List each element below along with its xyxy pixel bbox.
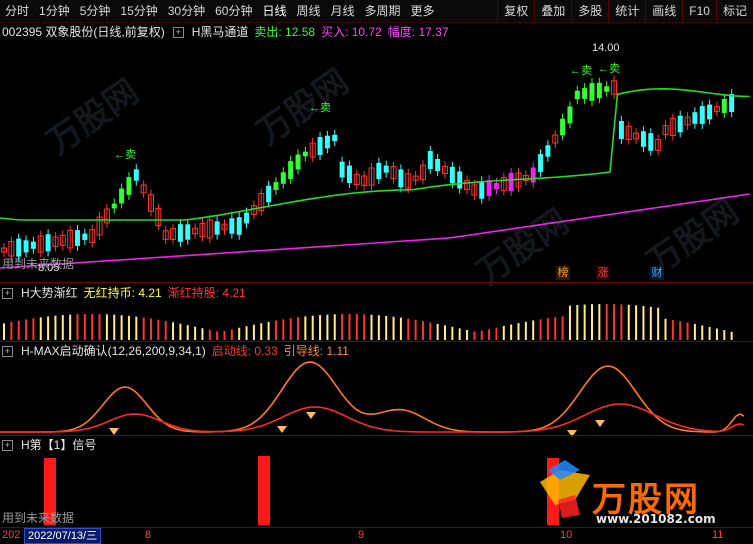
sell-mark: ←卖 (114, 149, 136, 161)
candle-body (604, 86, 610, 92)
candle-body (677, 115, 683, 133)
month-label: 10 (560, 529, 573, 541)
candle-body (427, 151, 433, 169)
candle-body (346, 165, 352, 183)
candle-body (82, 233, 88, 240)
panel3-indicator-name[interactable]: H-MAX启动确认(12,26,200,9,34,1) (21, 343, 206, 359)
candle-body (280, 172, 286, 184)
candle-body (30, 241, 36, 249)
panel2-value-2: 渐红持股: 4.21 (167, 286, 246, 300)
panel3-value-1: 启动线: 0.33 (211, 344, 278, 358)
candle-body (582, 88, 588, 99)
future-data-note: 用到未来数据 (2, 511, 75, 525)
limit-up-badge[interactable]: 涨 (596, 266, 610, 280)
candle-body (479, 181, 485, 199)
candle-body (493, 182, 499, 190)
sell-mark: ←卖 (570, 65, 592, 77)
candle-body (177, 224, 183, 242)
candle-body (236, 217, 242, 235)
panel3-value-2: 引导线: 1.11 (283, 344, 349, 358)
month-label: 11 (712, 529, 724, 541)
candle-body (376, 162, 382, 180)
candle-body (332, 134, 338, 142)
candle-body (449, 166, 455, 184)
upper-channel-line (0, 87, 750, 221)
candle-body (648, 133, 654, 151)
candle-body (692, 112, 698, 124)
candle-body (398, 169, 404, 188)
candle-body (545, 145, 551, 157)
candle-body (302, 151, 308, 157)
panel2-title-row: + H大势渐红 无红持币: 4.21 渐红持股: 4.21 (0, 285, 246, 301)
expand-icon[interactable]: + (2, 346, 13, 357)
candle-body (111, 203, 117, 209)
candle-body (266, 185, 272, 203)
launch-line (0, 361, 745, 433)
candle-body (435, 158, 441, 172)
candle-body (185, 224, 191, 240)
candle-body (457, 171, 463, 189)
panel3-title-row: + H-MAX启动确认(12,26,200,9,34,1) 启动线: 0.33 … (0, 343, 349, 359)
candle-body (244, 212, 250, 224)
candle-body (699, 106, 705, 124)
candle-body (560, 118, 566, 136)
candle-body (288, 161, 294, 179)
panel-separator[interactable] (0, 435, 753, 436)
candle-body (596, 82, 602, 99)
kline-chart-canvas[interactable] (0, 0, 753, 542)
candle-body (23, 240, 29, 253)
year-prefix: 202 (2, 529, 21, 541)
candle-body (273, 182, 279, 190)
panel2-indicator-name[interactable]: H大势渐红 (21, 285, 78, 301)
month-label: 8 (145, 529, 152, 541)
candle-body (295, 154, 301, 170)
candle-body (75, 230, 80, 246)
candle-body (640, 131, 646, 147)
candle-body (324, 135, 330, 149)
diamond-signal-icon (277, 426, 287, 433)
candle-body (538, 154, 544, 172)
site-url: www.201082.com (596, 512, 716, 526)
panel4-title-row: + H第【1】信号 (0, 437, 96, 453)
candle-body (530, 167, 536, 183)
candle-body (119, 188, 125, 204)
candle-body (486, 180, 492, 196)
candle-body (126, 177, 132, 195)
month-label: 9 (358, 529, 365, 541)
candle-body (574, 90, 580, 100)
guide-line (0, 403, 745, 433)
candle-body (589, 83, 595, 101)
list-badge[interactable]: 榜 (556, 266, 570, 280)
candle-body (229, 218, 235, 234)
diamond-signal-icon (109, 428, 119, 435)
candle-body (508, 173, 514, 191)
high-price-label: 14.00 (592, 42, 620, 54)
date-axis[interactable]: 202 2022/07/13/三 8 9 10 11 (0, 527, 753, 544)
candle-body (567, 106, 573, 124)
candle-body (214, 221, 220, 235)
expand-icon[interactable]: + (2, 440, 13, 451)
candle-body (721, 99, 727, 113)
candle-body (383, 165, 389, 173)
candle-body (133, 169, 139, 181)
candle-body (339, 161, 345, 178)
candle-body (618, 121, 624, 139)
candle-body (707, 104, 713, 120)
signal-bar (258, 456, 270, 525)
sell-mark: ←卖 (598, 63, 620, 75)
future-data-note: 用到未来数据 (2, 257, 75, 271)
panel-separator[interactable] (0, 282, 753, 283)
panel4-indicator-name[interactable]: H第【1】信号 (21, 437, 96, 453)
candle-body (16, 238, 22, 257)
panel-separator[interactable] (0, 341, 753, 342)
finance-badge[interactable]: 财 (650, 266, 664, 280)
diamond-signal-icon (306, 412, 316, 419)
candle-body (317, 137, 323, 155)
diamond-signal-icon (595, 420, 605, 427)
expand-icon[interactable]: + (2, 288, 13, 299)
candle-body (45, 234, 51, 252)
sell-mark: ←卖 (309, 102, 331, 114)
panel2-value-1: 无红持币: 4.21 (83, 286, 162, 300)
candle-body (729, 94, 735, 112)
